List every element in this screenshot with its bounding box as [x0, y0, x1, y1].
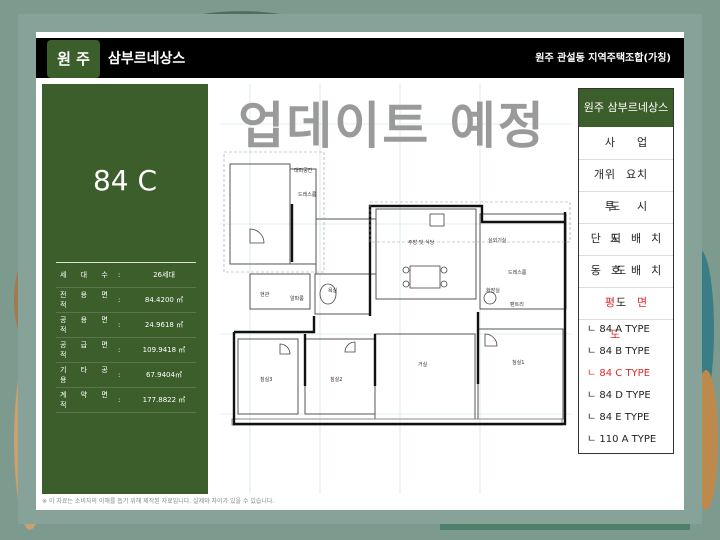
spec-label: 공 용 면 적	[60, 316, 114, 334]
spec-label: 전 용 면 적	[60, 291, 114, 309]
spec-colon: :	[118, 346, 121, 354]
spec-row: 세 대 수: 26세대	[56, 263, 196, 288]
spec-row: 공 급 면 적: 109.9418 ㎡	[56, 338, 196, 363]
spec-colon: :	[118, 371, 121, 379]
subtype-110a[interactable]: ㄴ 110 A TYPE	[587, 429, 656, 451]
room-label: 침실3	[260, 376, 272, 383]
menu-item-perspective[interactable]: 투시도	[579, 191, 673, 245]
room-label: 드레스룸	[508, 269, 527, 276]
subtype-84c[interactable]: ㄴ 84 C TYPE	[587, 363, 650, 385]
subtype-84b[interactable]: ㄴ 84 B TYPE	[587, 341, 650, 363]
spec-value: 26세대	[153, 271, 175, 279]
menu-item-overview[interactable]: 사업개요	[579, 127, 673, 181]
subtype-84a[interactable]: ㄴ 84 A TYPE	[587, 319, 650, 341]
room-label: 거실	[418, 361, 428, 368]
room-label: 침실1	[512, 359, 524, 366]
spec-label: 공 급 면 적	[60, 341, 114, 359]
menu-item-site-plan[interactable]: 단지배치도	[579, 223, 673, 277]
spec-value: 84.4200 ㎡	[144, 296, 184, 304]
update-notice: 업데이트 예정	[238, 97, 546, 155]
disclaimer: ※ 이 자료는 소비자의 이해를 돕기 위해 제작된 자료입니다. 실제와 차이…	[42, 498, 275, 505]
spec-colon: :	[118, 271, 121, 279]
room-label: 알파룸	[290, 295, 304, 302]
spec-label: 계 약 면 적	[60, 391, 114, 409]
spec-list: 세 대 수: 26세대 전 용 면 적: 84.4200 ㎡ 공 용 면 적: 24.…	[56, 262, 196, 413]
spec-value: 109.9418 ㎡	[142, 346, 186, 354]
room-label: 팬트리	[510, 301, 524, 308]
unit-info-panel: 84 C 세 대 수: 26세대 전 용 면 적: 84.4200 ㎡ 공 용 면 …	[42, 84, 208, 494]
subtype-84e[interactable]: ㄴ 84 E TYPE	[587, 407, 649, 429]
menu-title[interactable]: 원주 삼부르네상스	[579, 89, 673, 127]
spec-value: 177.8822 ㎡	[142, 396, 186, 404]
room-label: 화장실	[486, 287, 500, 294]
room-label: 드레스룸	[298, 191, 317, 198]
spec-value: 67.9404㎡	[146, 371, 182, 379]
spec-row: 공 용 면 적: 24.9618 ㎡	[56, 313, 196, 338]
brand-name: 삼부르네상스	[108, 51, 186, 67]
spec-colon: :	[118, 296, 121, 304]
subtype-84d[interactable]: ㄴ 84 D TYPE	[587, 385, 651, 407]
room-label: 침실2	[330, 376, 342, 383]
spec-row: 기 타 공 용: 67.9404㎡	[56, 363, 196, 388]
unit-type-title: 84 C	[92, 164, 158, 197]
room-label: 욕실	[328, 287, 338, 294]
room-label: 실외기실	[488, 237, 507, 244]
room-label: 대피공간	[294, 167, 313, 174]
logo-badge[interactable]: 원 주	[47, 40, 100, 78]
spec-label: 세 대 수	[60, 271, 114, 279]
room-label: 주방 및 식당	[408, 239, 435, 246]
spec-row: 전 용 면 적: 84.4200 ㎡	[56, 288, 196, 313]
spec-colon: :	[118, 396, 121, 404]
menu-item-unit-layout[interactable]: 동호배치도	[579, 255, 673, 309]
spec-row: 계 약 면 적: 177.8822 ㎡	[56, 388, 196, 413]
room-label: 현관	[260, 291, 270, 298]
spec-value: 24.9618 ㎡	[144, 321, 184, 329]
spec-label: 기 타 공 용	[60, 366, 114, 384]
spec-colon: :	[118, 321, 121, 329]
menu-item-location[interactable]: 위치도	[579, 159, 673, 213]
menu-item-floor-plan[interactable]: 평면도	[579, 287, 673, 341]
side-menu: 원주 삼부르네상스 사업개요 위치도 투시도 단지배치도 동호배치도 평면도 ㄴ…	[578, 88, 674, 454]
association-name: 원주 관설동 지역주택조합(가칭)	[535, 53, 671, 64]
